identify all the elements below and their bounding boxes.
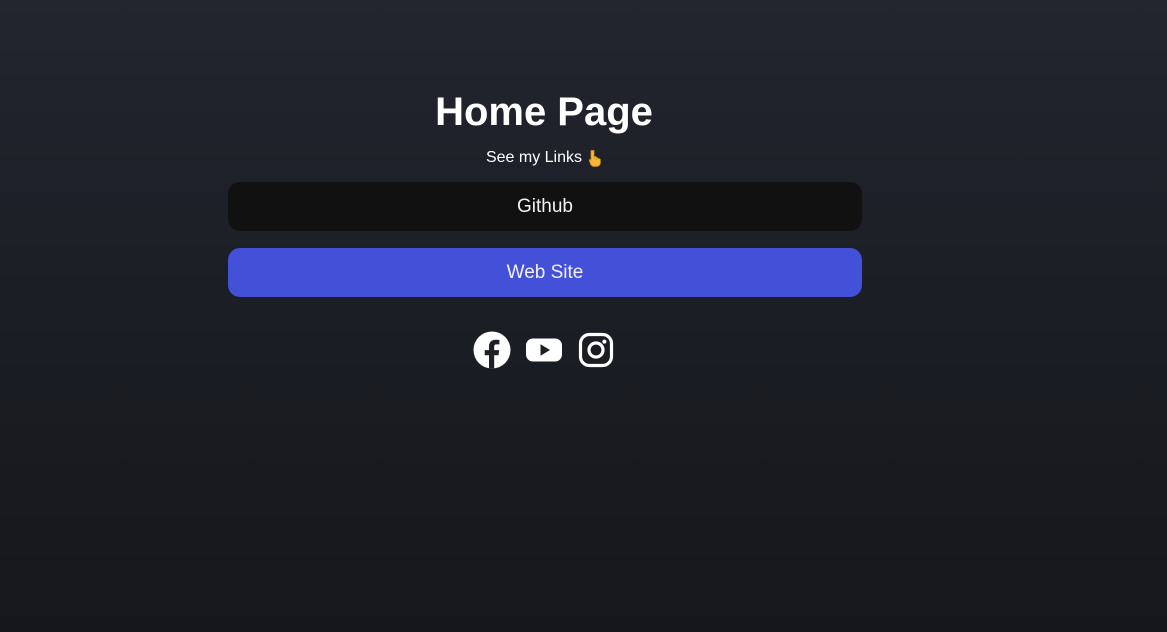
github-link-label: Github — [517, 195, 573, 217]
pointing-down-hand-icon — [586, 149, 602, 167]
website-link-label: Web Site — [506, 261, 584, 283]
instagram-icon[interactable] — [577, 331, 615, 369]
youtube-icon[interactable] — [525, 331, 563, 369]
page-subtitle: See my Links — [486, 148, 602, 168]
github-link-button[interactable]: Github — [228, 182, 862, 231]
subtitle-text: See my Links — [485, 149, 583, 166]
website-link-button[interactable]: Web Site — [228, 248, 862, 297]
social-icons-row — [473, 331, 615, 369]
facebook-icon[interactable] — [473, 331, 511, 369]
page-title: Home Page — [435, 90, 653, 134]
link-page-container: Home Page See my Links Github Web Site — [228, 84, 862, 369]
